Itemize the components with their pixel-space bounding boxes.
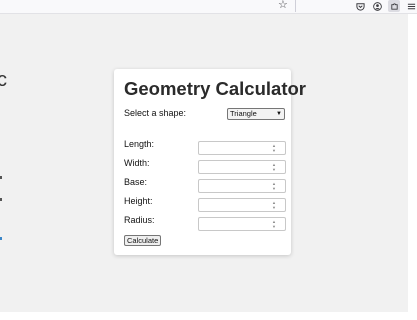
calculate-button[interactable]: Calculate	[124, 235, 162, 246]
base-spinner-icon[interactable]: ▲ ▼	[270, 180, 278, 192]
bottom-edge-strip	[0, 312, 408, 320]
account-icon[interactable]	[371, 0, 383, 12]
extensions-icon[interactable]	[388, 0, 400, 12]
length-label: Length:	[124, 139, 155, 149]
bookmark-star-icon[interactable]: ☆	[278, 0, 288, 13]
background-partial-letter: c	[0, 69, 7, 91]
width-label: Width:	[124, 158, 150, 168]
shape-select-label: Select a shape:	[124, 108, 187, 118]
length-spinner-icon[interactable]: ▲ ▼	[270, 142, 278, 154]
hamburger-menu-icon[interactable]	[405, 0, 417, 12]
right-edge-strip	[408, 14, 417, 320]
height-spinner-icon[interactable]: ▲ ▼	[270, 199, 278, 211]
geometry-calculator-card: Geometry Calculator Select a shape: Tria…	[114, 69, 306, 255]
page-title: Geometry Calculator	[124, 78, 306, 99]
base-label: Base:	[124, 177, 148, 187]
height-label: Height:	[124, 196, 153, 206]
pocket-icon[interactable]	[354, 0, 366, 12]
radius-label: Radius:	[124, 215, 155, 225]
background-edge-link-mark	[0, 237, 2, 240]
shape-select[interactable]: Triangle ▼	[227, 108, 285, 120]
chevron-down-icon: ▼	[276, 111, 282, 117]
toolbar-separator	[295, 0, 296, 12]
background-edge-mark	[0, 176, 2, 179]
width-spinner-icon[interactable]: ▲ ▼	[270, 161, 278, 173]
browser-toolbar: ☆	[0, 0, 417, 14]
shape-select-value: Triangle	[230, 109, 257, 118]
background-edge-mark	[0, 198, 2, 201]
radius-spinner-icon[interactable]: ▲ ▼	[270, 218, 278, 230]
